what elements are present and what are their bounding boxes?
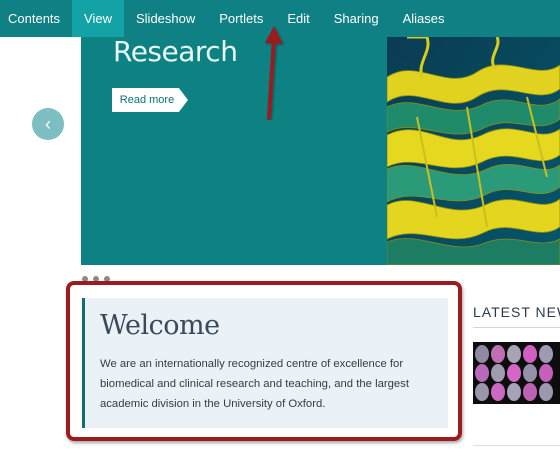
news-thumbnail[interactable] <box>473 342 560 404</box>
toolbar-view[interactable]: View <box>72 0 124 37</box>
divider <box>473 445 560 446</box>
latest-news-heading: LATEST NEWS <box>473 304 560 320</box>
divider <box>473 327 560 328</box>
toolbar-sharing[interactable]: Sharing <box>322 0 391 37</box>
hero-slide: Research Read more <box>81 37 560 265</box>
toolbar-slideshow[interactable]: Slideshow <box>124 0 207 37</box>
carousel-prev-button[interactable]: ‹ <box>32 108 64 140</box>
annotation-arrow-icon <box>265 26 283 120</box>
toolbar-contents[interactable]: Contents <box>0 0 72 37</box>
annotation-highlight-box <box>66 281 462 441</box>
hero-title: Research <box>113 37 238 68</box>
read-more-button[interactable]: Read more <box>112 88 188 112</box>
chevron-left-icon: ‹ <box>45 113 51 134</box>
hero-image <box>387 37 560 265</box>
toolbar-aliases[interactable]: Aliases <box>391 0 457 37</box>
